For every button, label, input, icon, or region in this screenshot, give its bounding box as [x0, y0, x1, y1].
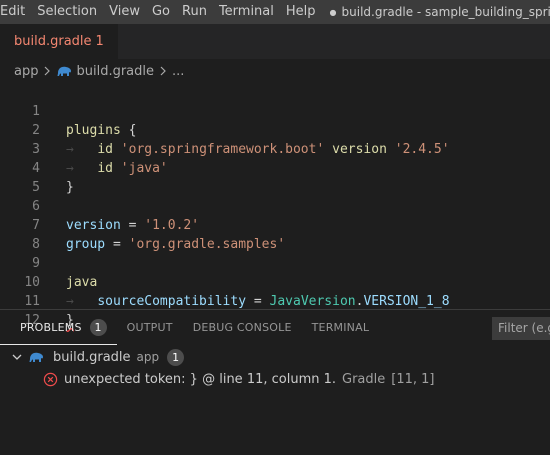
- code-line: 7 group = 'org.gradle.samples': [0, 197, 550, 252]
- menu-run[interactable]: Run: [176, 0, 213, 24]
- tab-output[interactable]: OUTPUT: [117, 310, 183, 345]
- menu-view[interactable]: View: [103, 0, 146, 24]
- tab-build-gradle[interactable]: build.gradle 1: [0, 24, 118, 59]
- problems-filter-input[interactable]: Filter (e.g. text): [492, 317, 550, 340]
- menu-help[interactable]: Help: [280, 0, 322, 24]
- code-line: 5: [0, 159, 550, 195]
- code-line: 4 }: [0, 140, 550, 195]
- menu-edit[interactable]: Edit: [0, 0, 31, 24]
- code-line: 10 → sourceCompatibility = JavaVersion.V…: [0, 254, 550, 309]
- tab-debug-console[interactable]: DEBUG CONSOLE: [183, 310, 302, 345]
- breadcrumb: app build.gradle ...: [0, 59, 550, 83]
- tab-problems-label: PROBLEMS: [20, 320, 82, 334]
- error-icon: [43, 372, 58, 386]
- window-title: ● build.gradle - sample_building_spring: [330, 5, 550, 19]
- breadcrumb-folder[interactable]: app: [14, 64, 38, 79]
- tab-label: build.gradle: [14, 34, 92, 49]
- problem-position: [11, 1]: [391, 371, 435, 387]
- menu-go[interactable]: Go: [146, 0, 176, 24]
- code-line: 9 java: [0, 235, 550, 290]
- gradle-elephant-icon: [29, 352, 43, 362]
- menu-selection[interactable]: Selection: [31, 0, 103, 24]
- window-title-text: build.gradle - sample_building_spring: [341, 5, 550, 19]
- problem-file-count-badge: 1: [167, 348, 185, 366]
- list-item[interactable]: unexpected token: } @ line 11, column 1.…: [0, 368, 550, 390]
- tab-problem-count: 1: [95, 34, 104, 49]
- chevron-right-icon: [160, 66, 166, 76]
- title-bar: Edit Selection View Go Run Terminal Help…: [0, 0, 550, 24]
- problem-file-name: build.gradle: [53, 349, 131, 365]
- problem-file-row[interactable]: build.gradle app 1: [0, 346, 550, 368]
- problem-message: unexpected token: } @ line 11, column 1.: [64, 371, 337, 387]
- code-editor[interactable]: 1 plugins { 2 → id 'org.springframework.…: [0, 83, 550, 328]
- tab-terminal[interactable]: TERMINAL: [302, 310, 380, 345]
- code-line: 8: [0, 216, 550, 252]
- problem-file-folder: app: [136, 350, 160, 364]
- code-line: 6 version = '1.0.2': [0, 178, 550, 233]
- unsaved-dot-icon: ●: [329, 8, 337, 17]
- problem-source: Gradle: [342, 371, 386, 387]
- panel-tab-bar: PROBLEMS 1 OUTPUT DEBUG CONSOLE TERMINAL: [0, 310, 550, 345]
- chevron-right-icon: [45, 66, 51, 76]
- code-line: 3 → id 'java': [0, 121, 550, 176]
- code-line: 1 plugins {: [0, 83, 550, 138]
- breadcrumb-file[interactable]: build.gradle: [76, 64, 154, 79]
- menu-terminal[interactable]: Terminal: [213, 0, 280, 24]
- gradle-elephant-icon: [57, 66, 72, 76]
- editor-tab-bar: build.gradle 1: [0, 24, 550, 59]
- code-line: 11 }: [0, 273, 550, 328]
- problems-count-badge: 1: [89, 318, 107, 336]
- breadcrumb-more[interactable]: ...: [172, 64, 184, 79]
- tab-problems[interactable]: PROBLEMS 1: [0, 310, 117, 345]
- code-line: 2 → id 'org.springframework.boot' versio…: [0, 102, 550, 157]
- chevron-down-icon[interactable]: [12, 352, 22, 362]
